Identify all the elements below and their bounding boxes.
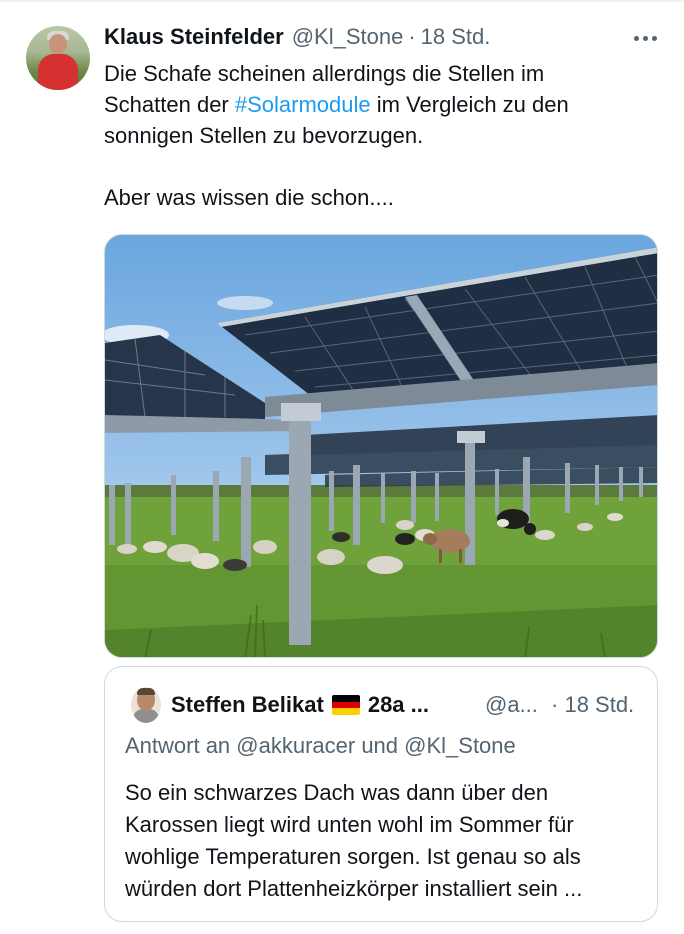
separator-dot: ·	[551, 692, 559, 717]
more-dot	[633, 35, 639, 41]
top-divider	[0, 0, 684, 2]
tweet-time[interactable]: 18 Std.	[421, 24, 491, 50]
avatar-shirt	[38, 54, 78, 90]
text-segment: im Vergleich zu den	[370, 92, 569, 117]
germany-flag-icon	[331, 695, 360, 715]
quoted-author-name[interactable]: Steffen Belikat	[171, 692, 324, 718]
solar-farm-sheep-image	[105, 247, 657, 657]
quoted-author-avatar[interactable]	[131, 687, 161, 723]
tweet-text: Die Schafe scheinen allerdings die Stell…	[104, 58, 664, 213]
quoted-author-badge: 28a ...	[367, 692, 429, 717]
separator-dot: ·	[408, 24, 416, 49]
tweet-header: Klaus Steinfelder @Kl_Stone · 18 Std.	[104, 22, 490, 52]
tweet-text-line-blank	[104, 151, 664, 182]
reply-to-label: Antwort an @akkuracer und @Kl_Stone	[125, 733, 516, 758]
hashtag-link[interactable]: #Solarmodule	[235, 92, 371, 117]
text-segment: Die Schafe scheinen allerdings die Stell…	[104, 61, 545, 86]
quoted-text-line: würden dort Plattenheizkörper installier…	[125, 876, 583, 901]
author-avatar[interactable]	[26, 26, 90, 90]
quoted-author-handle[interactable]: @a...	[485, 689, 538, 721]
more-options-icon[interactable]	[628, 26, 662, 50]
quoted-text-line: wohlige Temperaturen sorgen. Ist genau s…	[125, 844, 581, 869]
tweet-text-line: Die Schafe scheinen allerdings die Stell…	[104, 58, 664, 89]
flag-stripe	[331, 708, 360, 715]
tweet-text-line: sonnigen Stellen zu bevorzugen.	[104, 120, 664, 151]
left-beam	[105, 415, 305, 433]
avatar-hair	[137, 688, 155, 695]
text-segment: Schatten der	[104, 92, 235, 117]
text-segment: Aber was wissen die schon....	[104, 185, 394, 210]
quoted-time-value: 18 Std.	[564, 692, 635, 717]
quoted-tweet[interactable]: Steffen Belikat 28a ... @a... · 18 Std. …	[104, 666, 658, 922]
quoted-text-line: Karossen liegt wird unten wohl im Sommer…	[125, 812, 574, 837]
tweet-text-line: Aber was wissen die schon....	[104, 182, 664, 213]
tweet-text-line: Schatten der #Solarmodule im Vergleich z…	[104, 89, 664, 120]
cloud	[217, 296, 273, 310]
more-dot	[642, 35, 648, 41]
avatar-body	[133, 709, 159, 723]
author-name[interactable]: Klaus Steinfelder	[104, 24, 284, 50]
post-bracket	[457, 431, 485, 443]
quoted-tweet-time: · 18 Std.	[551, 689, 634, 721]
quoted-tweet-header: Steffen Belikat 28a ...	[171, 689, 429, 721]
tweet-photo[interactable]	[104, 234, 658, 658]
flag-stripe	[331, 701, 360, 709]
quoted-text-line: So ein schwarzes Dach was dann über den	[125, 780, 549, 805]
flag-stripe	[331, 695, 360, 702]
author-handle[interactable]: @Kl_Stone	[292, 24, 404, 50]
quoted-tweet-text: So ein schwarzes Dach was dann über den …	[125, 777, 645, 905]
post-bracket	[281, 403, 321, 421]
avatar-head	[49, 34, 67, 54]
text-segment: sonnigen Stellen zu bevorzugen.	[104, 123, 424, 148]
more-dot	[651, 35, 657, 41]
